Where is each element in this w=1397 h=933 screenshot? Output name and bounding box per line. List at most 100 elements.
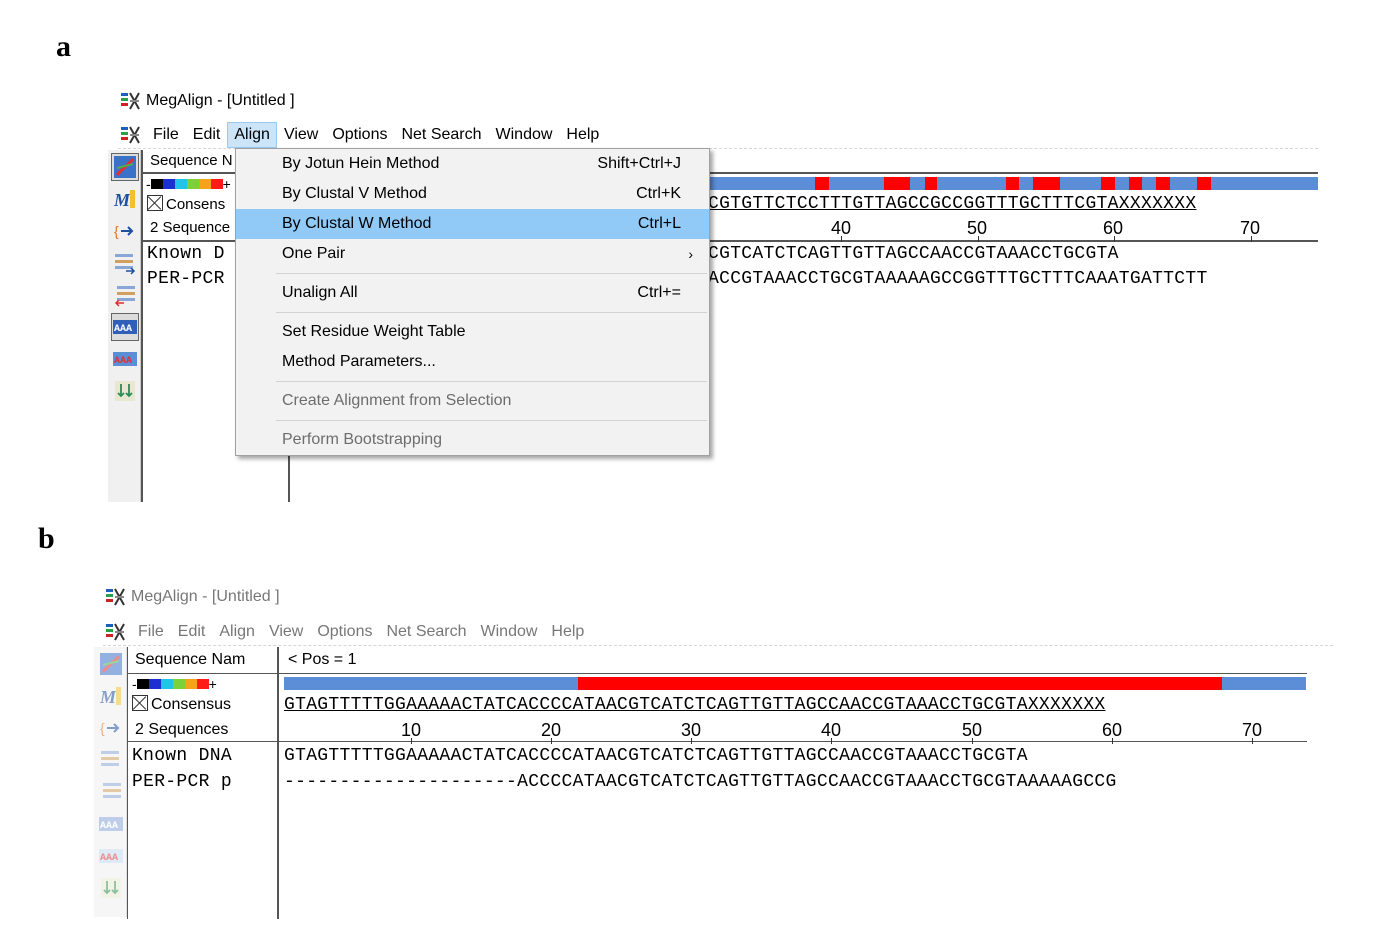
menu-item-label: Unalign All (282, 284, 358, 301)
menu-item-shortcut: Shift+Ctrl+J (597, 155, 681, 172)
menu-separator (276, 381, 707, 382)
menu-net-search[interactable]: Net Search (394, 122, 488, 148)
left-toolbar: M { AAA AAA (94, 647, 127, 917)
consensus-strength-bar (708, 177, 1318, 190)
megalign-app-icon (105, 587, 125, 607)
menu-item-method-parameters[interactable]: Method Parameters... (236, 347, 709, 377)
panel-a-window: MegAlign - [Untitled ] File Edit Align V… (0, 0, 1397, 505)
seq-name-1[interactable]: Known D (147, 244, 239, 264)
svg-text:{: { (114, 223, 119, 239)
seq-name-2[interactable]: PER-PCR (147, 269, 239, 289)
menu-help[interactable]: Help (544, 619, 591, 645)
menu-bar: File Edit Align View Options Net Search … (103, 619, 1333, 646)
list-right-icon[interactable] (97, 746, 125, 774)
menu-align[interactable]: Align (212, 619, 262, 645)
position-indicator: < Pos = 1 (288, 651, 357, 668)
menu-view[interactable]: View (277, 122, 325, 148)
menu-item-label: Perform Bootstrapping (282, 431, 443, 448)
menu-item-label: By Jotun Hein Method (282, 155, 440, 172)
consensus-checkbox[interactable] (132, 695, 148, 711)
menu-item-residue-weight[interactable]: Set Residue Weight Table (236, 317, 709, 347)
svg-text:AAA: AAA (100, 853, 118, 864)
menu-file[interactable]: File (131, 619, 171, 645)
megalign-app-icon[interactable] (105, 622, 125, 642)
seq-name-2[interactable]: PER-PCR p (132, 772, 272, 792)
alignment-row-2[interactable]: ---------------------ACCCCATAACGTCATCTCA… (284, 772, 1306, 792)
menu-window[interactable]: Window (474, 619, 545, 645)
megalign-app-icon (120, 91, 140, 111)
consensus-sequence: GTAGTTTTTGGAAAAACTATCACCCCATAACGTCATCTCA… (284, 695, 1106, 715)
aaa-color-icon[interactable]: AAA (111, 345, 139, 373)
menu-bar: File Edit Align View Options Net Search … (118, 122, 1318, 149)
menu-align[interactable]: Align (227, 122, 277, 148)
sequences-count: 2 Sequences (135, 721, 229, 738)
menu-item-shortcut: Ctrl+K (636, 185, 681, 202)
menu-help[interactable]: Help (559, 122, 606, 148)
menu-edit[interactable]: Edit (186, 122, 228, 148)
pane-divider-right[interactable] (277, 647, 279, 919)
menu-options[interactable]: Options (310, 619, 379, 645)
megalign-app-icon[interactable] (120, 125, 140, 145)
align-script-icon[interactable]: M (111, 185, 139, 213)
panel-b-letter: b (38, 522, 55, 555)
menu-file[interactable]: File (146, 122, 186, 148)
list-left-icon[interactable] (111, 281, 139, 309)
menu-edit[interactable]: Edit (171, 619, 213, 645)
aaa-bold-icon[interactable]: AAA (97, 810, 125, 838)
sort-arrows-icon[interactable] (97, 874, 125, 902)
pane-divider[interactable] (127, 647, 128, 919)
arrow-tool-icon[interactable]: { (111, 217, 139, 245)
menu-item-clustal-w[interactable]: By Clustal W Method Ctrl+L (236, 209, 709, 239)
menu-item-label: By Clustal V Method (282, 185, 427, 202)
window-title-bar: MegAlign - [Untitled ] (120, 88, 295, 114)
consensus-label: Consensus (151, 696, 232, 713)
dna-helix-icon[interactable] (111, 153, 139, 181)
menu-item-shortcut: Ctrl+L (637, 215, 681, 232)
svg-text:M: M (113, 190, 131, 210)
aaa-color-icon[interactable]: AAA (97, 842, 125, 870)
menu-item-unalign-all[interactable]: Unalign All Ctrl+= (236, 278, 709, 308)
list-right-icon[interactable] (111, 249, 139, 277)
window-title: MegAlign - [Untitled ] (131, 588, 280, 605)
alignment-row-1[interactable]: GTAGTTTTTGGAAAAACTATCACCCCATAACGTCATCTCA… (284, 746, 1306, 766)
menu-item-label: Set Residue Weight Table (282, 323, 466, 340)
aaa-bold-icon[interactable]: AAA (111, 313, 139, 341)
menu-item-one-pair[interactable]: One Pair › (236, 239, 709, 269)
sort-arrows-icon[interactable] (111, 377, 139, 405)
menu-item-label: Create Alignment from Selection (282, 392, 512, 409)
sequences-count: 2 Sequence (150, 219, 231, 236)
list-left-icon[interactable] (97, 778, 125, 806)
left-toolbar: M { AAA AAA (108, 150, 141, 502)
menu-item-shortcut: Ctrl+= (637, 284, 681, 301)
consensus-row-label[interactable]: Consens (147, 195, 239, 213)
window-title-bar: MegAlign - [Untitled ] (105, 584, 280, 610)
position-ruler: 10 20 30 40 50 60 70 (284, 720, 1306, 744)
menu-item-clustal-v[interactable]: By Clustal V Method Ctrl+K (236, 179, 709, 209)
sequence-name-header[interactable]: Sequence Nam (135, 651, 265, 669)
alignment-row-2[interactable]: ACCGTAAACCTGCGTAAAAAGCCGGTTTGCTTTCAAATGA… (708, 269, 1318, 289)
header-divider (127, 673, 1307, 674)
consensus-label: Consens (166, 196, 226, 213)
align-script-icon[interactable]: M (97, 682, 125, 710)
arrow-tool-icon[interactable]: { (97, 714, 125, 742)
seq-name-1[interactable]: Known DNA (132, 746, 272, 766)
menu-net-search[interactable]: Net Search (379, 619, 473, 645)
svg-text:AAA: AAA (100, 821, 118, 832)
alignment-row-1[interactable]: CGTCATCTCAGTTGTTAGCCAACCGTAAACCTGCGTA (708, 244, 1318, 264)
color-strip: - + (146, 176, 231, 192)
sequence-name-header[interactable]: Sequence N (150, 152, 240, 169)
menu-options[interactable]: Options (325, 122, 394, 148)
consensus-row-label[interactable]: Consensus (132, 695, 272, 714)
menu-item-bootstrapping: Perform Bootstrapping (236, 425, 709, 455)
consensus-checkbox[interactable] (147, 195, 163, 211)
menu-item-jotun-hein[interactable]: By Jotun Hein Method Shift+Ctrl+J (236, 149, 709, 179)
panel-b-window: MegAlign - [Untitled ] File Edit Align V… (0, 580, 1397, 930)
menu-window[interactable]: Window (489, 122, 560, 148)
position-ruler: 40 50 60 70 (708, 218, 1318, 242)
dna-helix-icon[interactable] (97, 650, 125, 678)
svg-text:{: { (100, 720, 105, 736)
menu-item-label: One Pair (282, 245, 346, 262)
pane-divider[interactable] (141, 150, 143, 502)
menu-view[interactable]: View (262, 619, 310, 645)
consensus-strength-bar (284, 677, 1306, 690)
